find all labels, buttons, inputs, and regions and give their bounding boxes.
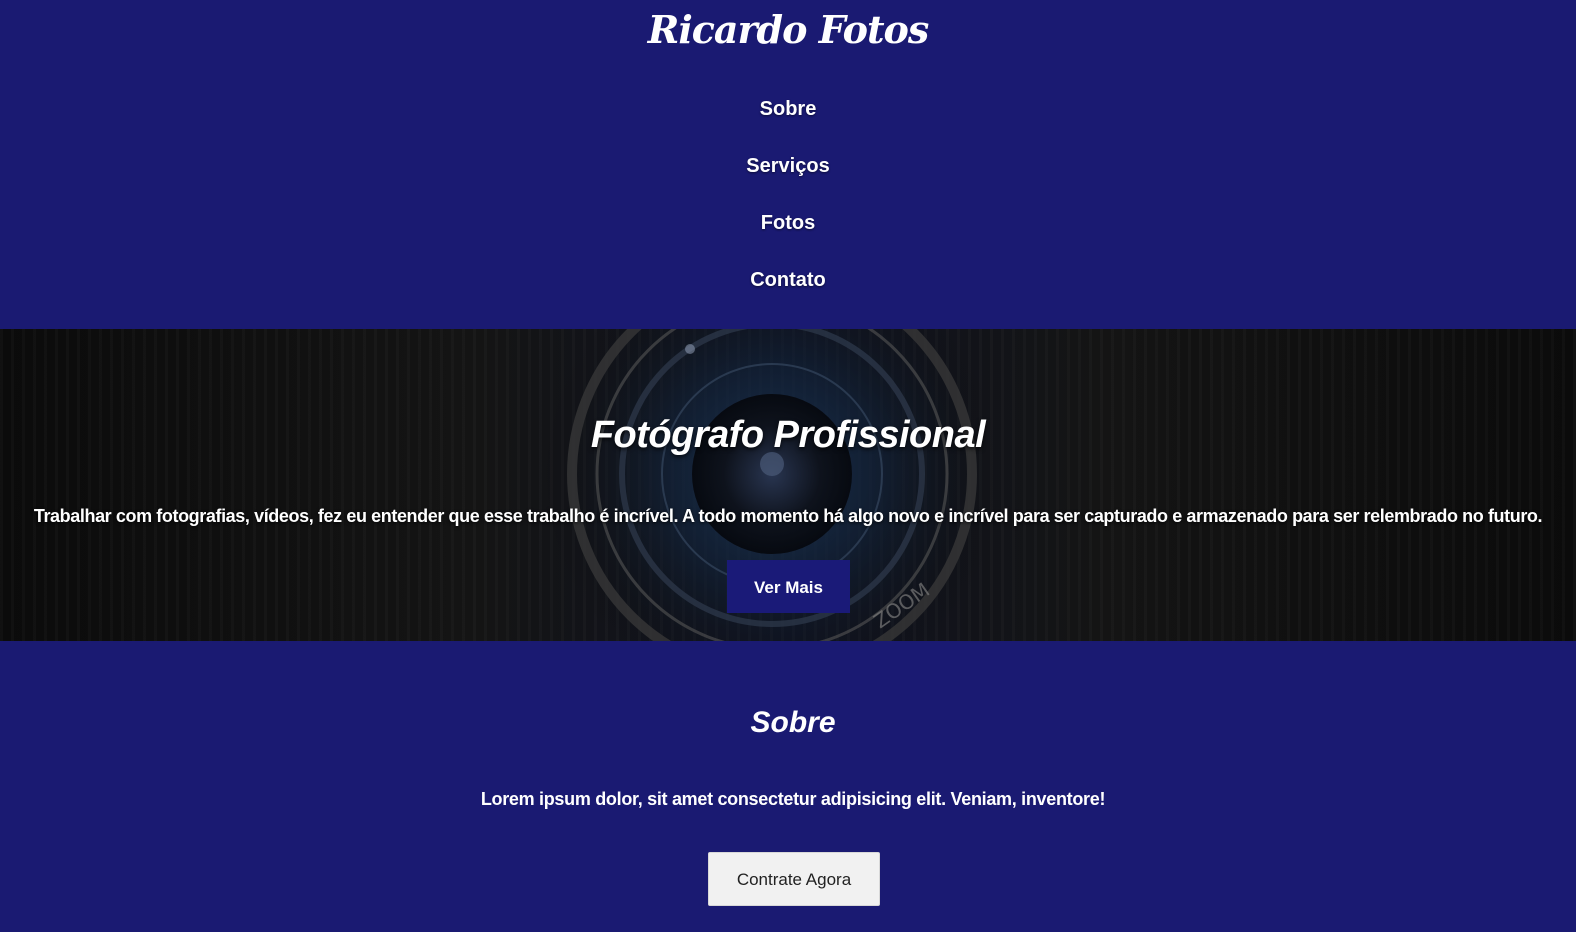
- site-header: Ricardo Fotos Sobre Serviços Fotos Conta…: [0, 0, 1576, 329]
- ver-mais-button[interactable]: Ver Mais: [727, 560, 850, 613]
- nav-item-servicos: Serviços: [0, 145, 1576, 202]
- hero-description: Trabalhar com fotografias, vídeos, fez e…: [33, 506, 1543, 526]
- nav-link-servicos[interactable]: Serviços: [736, 145, 839, 187]
- main-nav: Sobre Serviços Fotos Contato: [0, 88, 1576, 316]
- sobre-section: Sobre Lorem ipsum dolor, sit amet consec…: [0, 641, 1576, 932]
- nav-link-fotos[interactable]: Fotos: [751, 202, 825, 244]
- contrate-agora-button[interactable]: Contrate Agora: [708, 852, 880, 906]
- nav-item-contato: Contato: [0, 259, 1576, 316]
- nav-item-sobre: Sobre: [0, 88, 1576, 145]
- sobre-description: Lorem ipsum dolor, sit amet consectetur …: [480, 789, 1106, 809]
- hero-title: Fotógrafo Profissional: [590, 414, 986, 457]
- nav-link-contato[interactable]: Contato: [740, 259, 836, 301]
- hero-section: ZOOM Fotógrafo Profissional Trabalhar co…: [0, 329, 1576, 641]
- sobre-title: Sobre: [750, 705, 836, 739]
- site-logo[interactable]: Ricardo Fotos: [0, 2, 1576, 58]
- nav-item-fotos: Fotos: [0, 202, 1576, 259]
- nav-link-sobre[interactable]: Sobre: [750, 88, 827, 130]
